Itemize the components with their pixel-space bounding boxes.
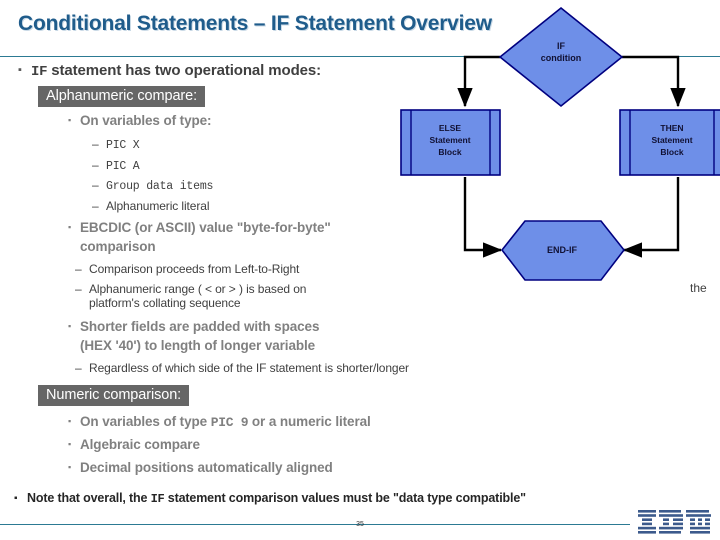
dash-marker-icon: – [75,282,82,296]
connector-else-to-endif [463,177,503,258]
on-variables-text: On variables of type: [80,113,212,128]
flowchart-node-if-condition: IF condition [498,6,624,108]
bullet-marker-icon: ▪ [68,115,72,125]
numeric-pre: Algebraic compare [80,437,200,452]
connector-if-to-else [457,55,500,108]
page-number: 35 [356,521,364,528]
ebcdic-line2: comparison [80,239,156,254]
subitem-regardless: – Regardless of which side of the IF stat… [75,361,409,375]
else-block-line3: Block [438,147,461,157]
subitem-line2: platform's collating sequence [89,296,241,310]
bullet-decimal-positions: ▪ Decimal positions automatically aligned [68,460,333,475]
bullet-marker-icon: ▪ [14,493,18,504]
bullet-shorter-fields: ▪ Shorter fields are padded with spaces [68,319,319,334]
numeric-post: or a numeric literal [248,414,371,429]
bullet-numeric-variables: ▪ On variables of type PIC 9 or a numeric… [68,414,371,430]
dash-marker-icon: – [92,137,99,151]
subitem-comparison-direction: – Comparison proceeds from Left-to-Right [75,262,299,276]
bullet-ebcdic-line2: comparison [80,239,156,254]
type-item-alphanumeric-literal: – Alphanumeric literal [92,199,209,213]
subitem-alphanumeric-range: – Alphanumeric range ( < or > ) is based … [75,282,306,310]
bullet-marker-icon: ▪ [68,462,72,472]
subitem-text: Regardless of which side of the IF state… [89,361,409,375]
dash-marker-icon: – [75,262,82,276]
padding-line2: (HEX '40') to length of longer variable [80,338,316,353]
footer-divider [0,524,630,525]
connector-if-to-then [622,55,686,108]
subitem-line1: Alphanumeric range ( < or > ) is based o… [89,282,307,296]
flowchart-node-then-block: THEN Statement Block [619,109,720,176]
type-item-group-data-items: – Group data items [92,178,213,193]
intro-mono: IF [31,64,48,80]
dash-marker-icon: – [92,178,99,192]
subitem-text: Comparison proceeds from Left-to-Right [89,262,300,276]
closing-note: ▪ Note that overall, the IF statement com… [14,491,526,506]
if-condition-line2: condition [541,53,582,63]
note-mono: IF [150,492,165,506]
type-item-pic-x: – PIC X [92,137,140,152]
numeric-pre: Decimal positions automatically aligned [80,460,333,475]
flowchart-node-end-if: END-IF [500,220,626,281]
then-block-line3: Block [660,147,683,157]
orphan-text: the [690,281,707,295]
bullet-marker-icon: ▪ [68,439,72,449]
ebcdic-line1: EBCDIC (or ASCII) value "byte-for-byte" [80,220,331,235]
padding-line1: Shorter fields are padded with spaces [80,319,320,334]
bullet-on-variables: ▪ On variables of type: [68,113,212,128]
flowchart-node-else-block: ELSE Statement Block [400,109,501,176]
numeric-mono: PIC 9 [210,415,249,430]
bullet-shorter-fields-line2: (HEX '40') to length of longer variable [80,338,315,353]
slide-canvas: Conditional Statements – IF Statement Ov… [0,0,720,540]
alphanumeric-compare-banner: Alphanumeric compare: [38,86,206,107]
bullet-intro: ▪ IF statement has two operational modes: [18,62,321,80]
numeric-pre: On variables of type [80,414,211,429]
type-mono: PIC A [106,160,140,173]
type-mono: Group data items [106,180,214,193]
else-block-line1: ELSE [439,123,462,133]
numeric-comparison-banner: Numeric comparison: [38,385,190,406]
bullet-marker-icon: ▪ [68,321,72,331]
connector-then-to-endif [622,177,680,258]
bullet-algebraic-compare: ▪ Algebraic compare [68,437,200,452]
bullet-marker-icon: ▪ [68,222,72,232]
ibm-logo [638,510,711,534]
page-title: Conditional Statements – IF Statement Ov… [18,12,492,35]
else-block-line2: Statement [429,135,470,145]
type-item-pic-a: – PIC A [92,158,140,173]
dash-marker-icon: – [92,158,99,172]
type-mono: PIC X [106,139,140,152]
type-text: Alphanumeric literal [106,199,210,213]
end-if-label: END-IF [547,245,577,255]
then-block-line2: Statement [651,135,692,145]
if-condition-line1: IF [557,41,566,51]
title-divider [0,56,720,57]
note-pre: Note that overall, the [27,491,151,505]
dash-marker-icon: – [92,199,99,213]
dash-marker-icon: – [75,361,82,375]
bullet-marker-icon: ▪ [18,64,22,76]
then-block-line1: THEN [660,123,683,133]
bullet-marker-icon: ▪ [68,416,72,426]
bullet-ebcdic: ▪ EBCDIC (or ASCII) value "byte-for-byte" [68,220,331,235]
intro-text: statement has two operational modes: [47,62,322,79]
note-post: statement comparison values must be "dat… [164,491,526,505]
